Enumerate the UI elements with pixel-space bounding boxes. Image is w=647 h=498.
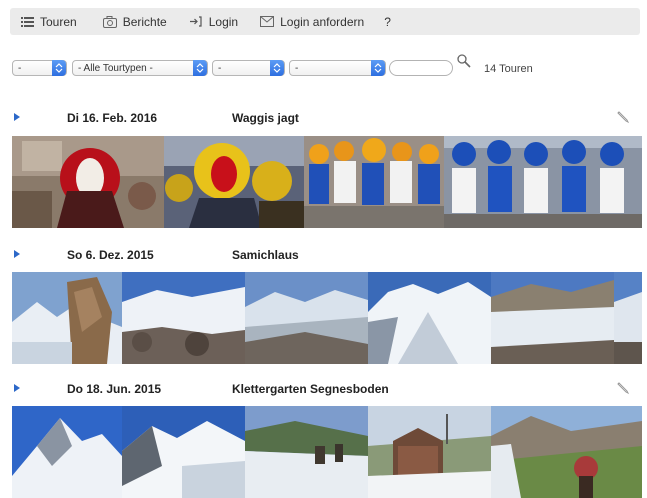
tour-count: 14 Touren	[484, 63, 533, 75]
tour-date: Di 16. Feb. 2016	[67, 111, 158, 125]
expand-triangle-icon[interactable]	[14, 250, 20, 258]
tour-photo[interactable]	[245, 272, 368, 364]
nav-login-anfordern-label: Login anfordern	[280, 14, 365, 29]
search-input[interactable]	[389, 60, 453, 76]
edit-pencil-icon[interactable]	[615, 109, 631, 125]
tour-header[interactable]: So 6. Dez. 2015 Samichlaus	[12, 248, 637, 264]
tour-photo[interactable]	[368, 406, 491, 498]
nav-help-label: ?	[384, 14, 391, 29]
tour-photo[interactable]	[444, 136, 642, 228]
tour-photo[interactable]	[245, 406, 368, 498]
photo-strip	[12, 406, 642, 498]
select-arrows-icon	[193, 60, 207, 76]
tour-name[interactable]: Samichlaus	[232, 248, 299, 262]
tour-photo[interactable]	[12, 272, 122, 364]
nav-berichte[interactable]: Berichte	[102, 14, 167, 29]
tour-photo[interactable]	[304, 136, 444, 228]
nav-touren-label: Touren	[40, 14, 77, 29]
filter-tourtyp-value: - Alle Tourtypen -	[78, 62, 153, 74]
tour-photo[interactable]	[12, 136, 164, 228]
select-arrows-icon	[270, 60, 284, 76]
tour-photo[interactable]	[491, 406, 642, 498]
list-icon	[20, 16, 34, 28]
expand-triangle-icon[interactable]	[14, 384, 20, 392]
tour-photo[interactable]	[368, 272, 491, 364]
nav-help[interactable]: ?	[384, 15, 391, 29]
nav-berichte-label: Berichte	[122, 14, 167, 29]
login-arrow-icon	[189, 16, 203, 28]
filter-select-1-value: -	[18, 62, 22, 74]
edit-pencil-icon[interactable]	[615, 380, 631, 396]
search-icon[interactable]	[456, 53, 472, 69]
photo-strip	[12, 272, 642, 364]
tour-header[interactable]: Di 16. Feb. 2016 Waggis jagt	[12, 111, 637, 127]
filter-select-1[interactable]: -	[12, 60, 67, 76]
filter-select-4-value: -	[295, 62, 299, 74]
tour-name[interactable]: Klettergarten Segnesboden	[232, 382, 389, 396]
nav-login-label: Login	[208, 14, 239, 29]
tour-photo[interactable]	[122, 272, 245, 364]
tour-date: Do 18. Jun. 2015	[67, 382, 162, 396]
filter-select-3[interactable]: -	[212, 60, 285, 76]
nav-touren[interactable]: Touren	[20, 15, 77, 29]
filter-tourtyp-select[interactable]: - Alle Tourtypen -	[72, 60, 208, 76]
envelope-icon	[260, 16, 275, 28]
tour-header[interactable]: Do 18. Jun. 2015 Klettergarten Segnesbod…	[12, 382, 637, 398]
tour-date: So 6. Dez. 2015	[67, 248, 154, 262]
tour-name[interactable]: Waggis jagt	[232, 111, 299, 125]
expand-triangle-icon[interactable]	[14, 113, 20, 121]
photo-strip	[12, 136, 642, 228]
filter-bar: - - Alle Tourtypen - - - 14 Touren	[12, 54, 642, 78]
nav-login-anfordern[interactable]: Login anfordern	[260, 15, 364, 29]
tour-photo[interactable]	[491, 272, 614, 364]
select-arrows-icon	[371, 60, 385, 76]
tour-photo[interactable]	[122, 406, 245, 498]
filter-select-3-value: -	[218, 62, 222, 74]
nav-login[interactable]: Login	[189, 15, 238, 29]
tour-photo[interactable]	[12, 406, 122, 498]
filter-select-4[interactable]: -	[289, 60, 386, 76]
select-arrows-icon	[52, 60, 66, 76]
camera-icon	[102, 15, 117, 28]
tour-photo[interactable]	[614, 272, 642, 364]
tour-photo[interactable]	[164, 136, 304, 228]
top-navbar: Touren Berichte Login Login anfordern ?	[10, 8, 640, 35]
